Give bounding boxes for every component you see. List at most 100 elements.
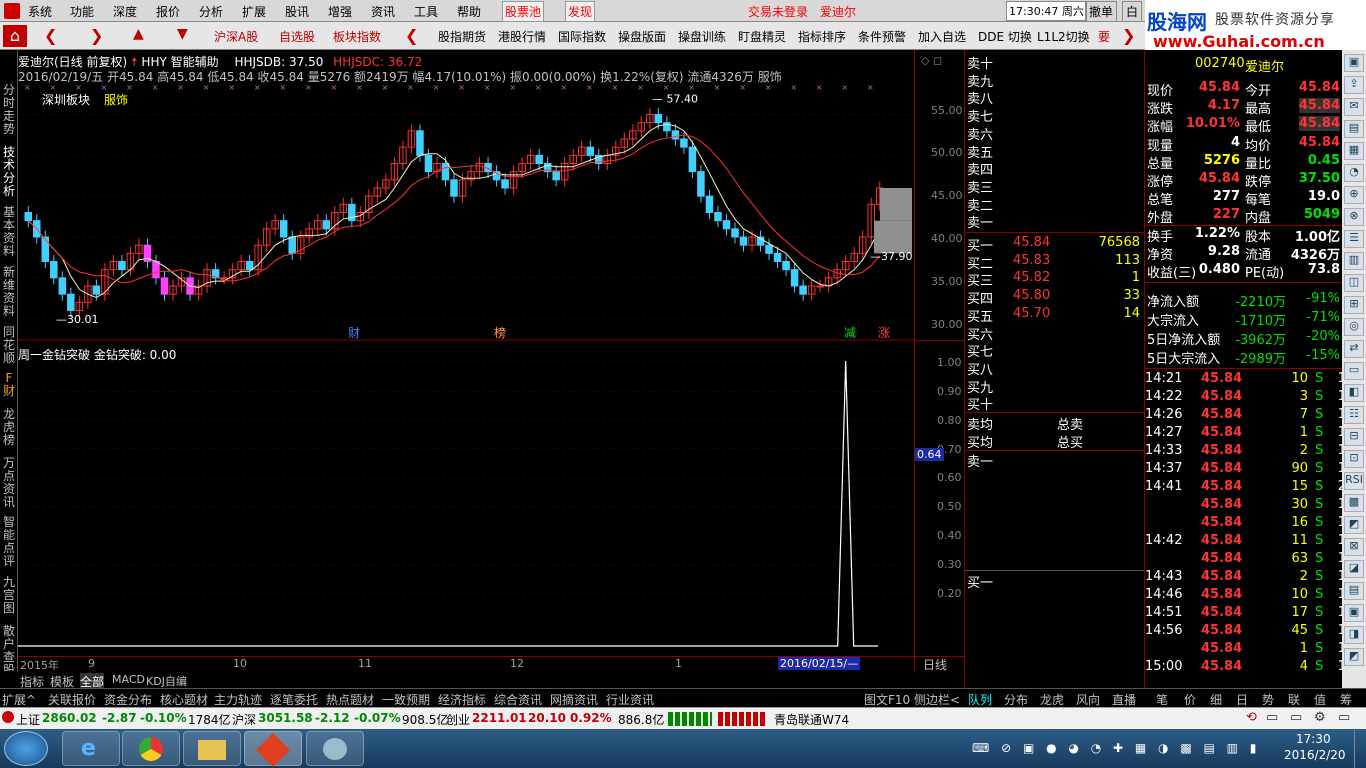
ie-icon[interactable]: e (62, 731, 120, 766)
right-panel-tab[interactable]: 队列 (968, 691, 992, 708)
menu-extend[interactable]: 扩展 (242, 3, 266, 20)
menu-tools[interactable]: 工具 (414, 3, 438, 20)
cancel-order-button[interactable]: 撤单 (1085, 1, 1118, 22)
tab-trade-layout[interactable]: 操盘版面 (618, 28, 666, 45)
vtab-dragon-tiger[interactable]: 龙虎榜 (1, 408, 17, 447)
menu-quote[interactable]: 报价 (156, 3, 180, 20)
menu-help[interactable]: 帮助 (457, 3, 481, 20)
forward-arrow-icon[interactable]: ❯ (90, 26, 103, 45)
down-arrow-icon[interactable]: ▼ (177, 26, 188, 42)
info-tab[interactable]: 热点题材 (326, 691, 374, 708)
vtab-retail[interactable]: 散户查股 (1, 625, 17, 677)
tab-sector-index[interactable]: 板块指数 (333, 28, 381, 45)
event-marker[interactable]: 涨 (878, 325, 890, 340)
up-arrow-icon[interactable]: ▲ (133, 26, 144, 42)
side-tool-icon[interactable]: RSI (1344, 472, 1364, 490)
chrome-icon[interactable] (122, 731, 180, 766)
candle-plot[interactable]: × × × × × × × × × × × × × × × × × × × × × × × × × × × × × × × × × × — 57.4… (18, 50, 914, 690)
right-panel-tab[interactable]: 势 (1262, 691, 1274, 708)
side-tool-icon[interactable]: ⊞ (1344, 296, 1364, 314)
right-panel-tab[interactable]: 直播 (1112, 691, 1136, 708)
tab-hk-quotes[interactable]: 港股行情 (498, 28, 546, 45)
side-tool-icon[interactable]: ▦ (1344, 142, 1364, 160)
menu-depth[interactable]: 深度 (113, 3, 137, 20)
info-tab[interactable]: 关联报价 (48, 691, 96, 708)
vtab-smart-comment[interactable]: 智能点评 (1, 516, 17, 568)
info-tab[interactable]: 网摘资讯 (550, 691, 598, 708)
side-tool-icon[interactable]: ⊠ (1344, 538, 1364, 556)
window-icon[interactable]: ▭ (1290, 710, 1302, 725)
side-tool-icon[interactable]: ▭ (1344, 362, 1364, 380)
vtab-ths[interactable]: 同花顺 (1, 326, 17, 365)
home-icon[interactable]: ⌂ (3, 25, 27, 47)
info-tab[interactable]: 逐笔委托 (270, 691, 318, 708)
toolbar-next-icon[interactable]: ❯ (1122, 26, 1135, 45)
tab-kdj[interactable]: KDJ自编 (146, 673, 187, 689)
side-tool-icon[interactable]: ◫ (1344, 274, 1364, 292)
side-tool-icon[interactable]: ☰ (1344, 230, 1364, 248)
info-tab[interactable]: 一致预期 (382, 691, 430, 708)
tab-trade-training[interactable]: 操盘训练 (678, 28, 726, 45)
toolbar-prev-icon[interactable]: ❮ (405, 26, 418, 45)
right-panel-tab[interactable]: 笔 (1156, 691, 1168, 708)
side-tool-icon[interactable]: ▩ (1344, 494, 1364, 512)
tab-indicator-sort[interactable]: 指标排序 (798, 28, 846, 45)
side-tool-icon[interactable]: ✉ (1344, 98, 1364, 116)
side-tool-icon[interactable]: ◔ (1344, 164, 1364, 182)
window-icon[interactable]: ▭ (1338, 710, 1350, 725)
add-watchlist-button[interactable]: 加入自选 (918, 28, 966, 45)
tab-condition-alert[interactable]: 条件预警 (858, 28, 906, 45)
l1l2-switch-button[interactable]: L1L2切换 (1037, 28, 1090, 45)
kline-chart[interactable]: 爱迪尔(日线 前复权) 🠅 HHY 智能辅助 HHJSDB: 37.50 HHJ… (18, 50, 914, 690)
side-tool-icon[interactable]: ◨ (1344, 626, 1364, 644)
right-panel-tab[interactable]: 筹 (1340, 691, 1352, 708)
vtab-news[interactable]: 万点资讯 (1, 457, 17, 509)
dde-switch-button[interactable]: DDE 切换 (978, 28, 1032, 45)
menu-enhance[interactable]: 增强 (328, 3, 352, 20)
info-tab[interactable]: 经济指标 (438, 691, 486, 708)
vtab-technical[interactable]: 技术分析 (1, 146, 17, 198)
side-tool-icon[interactable]: ▣ (1344, 54, 1364, 72)
side-tool-icon[interactable]: ▣ (1344, 604, 1364, 622)
folder-icon[interactable] (183, 731, 241, 766)
info-tab[interactable]: 扩展^ (2, 691, 36, 708)
tab-shsz-a[interactable]: 沪深A股 (214, 28, 258, 45)
right-panel-tab[interactable]: 值 (1314, 691, 1326, 708)
tab-stock-futures[interactable]: 股指期货 (438, 28, 486, 45)
tab-intl-index[interactable]: 国际指数 (558, 28, 606, 45)
right-panel-tab[interactable]: 龙虎 (1040, 691, 1064, 708)
tab-watchlist[interactable]: 自选股 (279, 28, 315, 45)
menu-function[interactable]: 功能 (70, 3, 94, 20)
vtab-nine-grid[interactable]: 九宫图 (1, 576, 17, 615)
side-tool-icon[interactable]: ◪ (1344, 560, 1364, 578)
right-panel-tab[interactable]: 联 (1288, 691, 1300, 708)
event-marker[interactable]: 榜 (494, 325, 506, 340)
stock-app-icon[interactable] (244, 731, 302, 767)
event-marker[interactable]: 财 (348, 326, 360, 340)
side-tool-icon[interactable]: ▥ (1344, 252, 1364, 270)
side-tool-icon[interactable]: ⊟ (1344, 428, 1364, 446)
event-marker[interactable]: 减 (844, 326, 856, 340)
right-panel-tab[interactable]: 风向 (1076, 691, 1100, 708)
info-tab[interactable]: 图文F10 (864, 691, 910, 708)
side-tool-icon[interactable]: ◩ (1344, 516, 1364, 534)
side-tool-icon[interactable]: ▤ (1344, 120, 1364, 138)
side-tool-icon[interactable]: ⇪ (1344, 76, 1364, 94)
ad-banner[interactable]: 股海网 股票软件资源分享 www.Guhai.com.cn (1145, 0, 1366, 51)
side-tool-icon[interactable]: ☷ (1344, 406, 1364, 424)
info-tab[interactable]: 侧边栏< (914, 691, 960, 708)
side-tool-icon[interactable]: ◩ (1344, 648, 1364, 666)
vtab-xinwei[interactable]: 新维资料 (1, 266, 17, 318)
window-icon[interactable]: ▭ (1266, 710, 1278, 725)
side-tool-icon[interactable]: ◎ (1344, 318, 1364, 336)
side-tool-icon[interactable]: ⊕ (1344, 186, 1364, 204)
back-arrow-icon[interactable]: ❮ (44, 26, 57, 45)
side-tool-icon[interactable]: ⊗ (1344, 208, 1364, 226)
menu-analysis[interactable]: 分析 (199, 3, 223, 20)
info-tab[interactable]: 行业资讯 (606, 691, 654, 708)
menu-stocknews[interactable]: 股讯 (285, 3, 309, 20)
refresh-icon[interactable]: ⟲ (1246, 710, 1257, 725)
white-button[interactable]: 白 (1122, 1, 1143, 22)
side-tool-icon[interactable]: ▤ (1344, 582, 1364, 600)
right-panel-tab[interactable]: 细 (1210, 691, 1222, 708)
